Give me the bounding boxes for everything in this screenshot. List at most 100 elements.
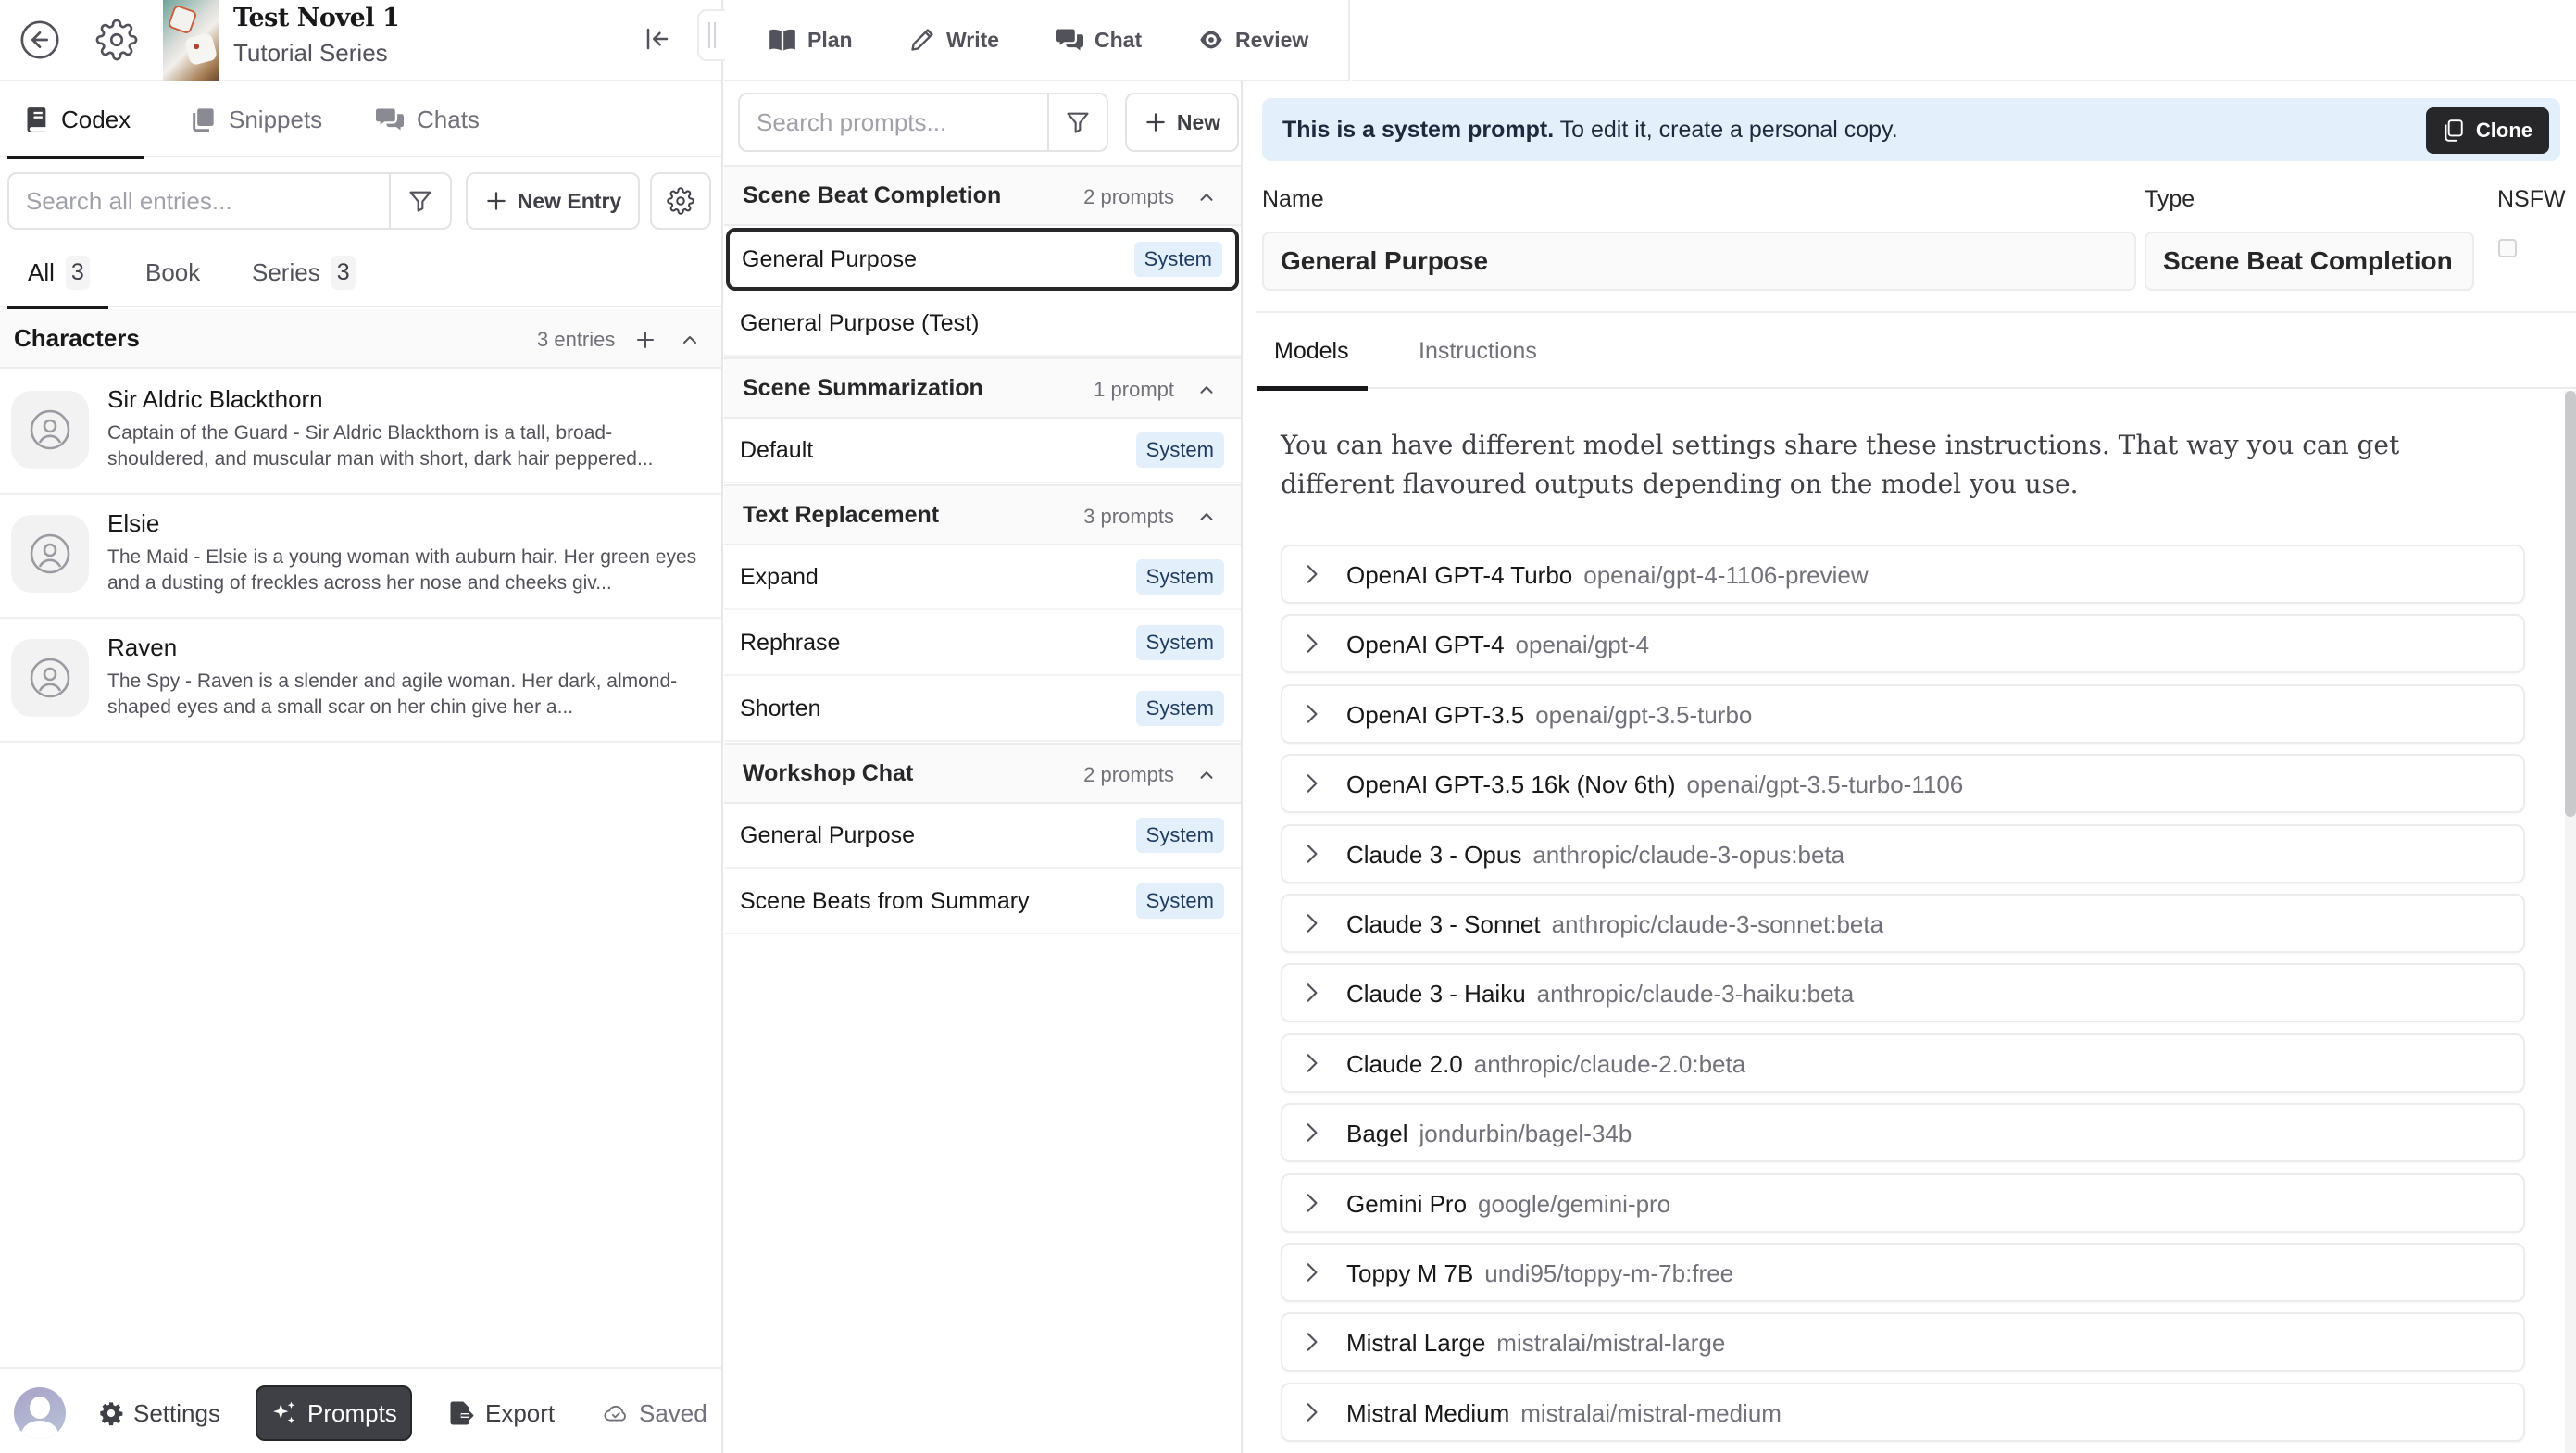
prompt-group-header[interactable]: Scene Beat Completion 2 prompts xyxy=(724,165,1241,226)
expand-model-button[interactable] xyxy=(1299,632,1323,656)
nav-write[interactable]: Write xyxy=(909,15,999,65)
collapse-group-button[interactable] xyxy=(1193,376,1220,404)
model-accordion-item[interactable]: Mistral Medium mistralai/mistral-medium xyxy=(1281,1382,2525,1442)
prompt-list-item[interactable]: Default System xyxy=(724,419,1241,483)
add-character-button[interactable] xyxy=(630,324,661,356)
model-accordion-item[interactable]: OpenAI GPT-4 openai/gpt-4 xyxy=(1281,614,2525,674)
expand-model-button[interactable] xyxy=(1299,702,1323,726)
models-intro-text: You can have different model settings sh… xyxy=(1281,430,2400,499)
expand-model-button[interactable] xyxy=(1299,1191,1323,1215)
scope-tab-series[interactable]: Series 3 xyxy=(252,237,356,307)
expand-model-button[interactable] xyxy=(1299,842,1323,866)
tab-codex[interactable]: Codex xyxy=(7,81,144,159)
prompt-list-item[interactable]: Scene Beats from Summary System xyxy=(724,870,1241,934)
clone-button[interactable]: Clone xyxy=(2425,107,2549,154)
nav-chat[interactable]: Chat xyxy=(1056,15,1142,65)
codex-filter-button[interactable] xyxy=(389,174,450,228)
expand-model-button[interactable] xyxy=(1299,1051,1323,1075)
nav-plan-label: Plan xyxy=(807,27,853,52)
prompt-list-item[interactable]: Expand System xyxy=(724,545,1241,610)
prompt-list-item[interactable]: General Purpose System xyxy=(724,804,1241,869)
model-accordion-item[interactable]: Claude 2.0 anthropic/claude-2.0:beta xyxy=(1281,1033,2525,1093)
expand-model-button[interactable] xyxy=(1299,1330,1323,1354)
collapse-sidebar-button[interactable] xyxy=(635,17,680,61)
expand-model-button[interactable] xyxy=(1299,1400,1323,1424)
plus-icon xyxy=(1146,113,1165,132)
collapse-section-button[interactable] xyxy=(674,324,706,356)
chevron-right-icon xyxy=(1307,844,1318,863)
new-prompt-button[interactable]: New xyxy=(1125,93,1239,152)
prompt-list-item[interactable]: Shorten System xyxy=(724,677,1241,742)
prompt-group-header[interactable]: Text Replacement 3 prompts xyxy=(724,484,1241,545)
expand-model-button[interactable] xyxy=(1299,562,1323,586)
model-accordion-item[interactable]: Bagel jondurbin/bagel-34b xyxy=(1281,1103,2525,1163)
nav-plan[interactable]: Plan xyxy=(769,15,853,65)
model-accordion-item[interactable]: Gemini Pro google/gemini-pro xyxy=(1281,1172,2525,1233)
prompts-button[interactable]: Prompts xyxy=(256,1385,412,1441)
model-accordion-item[interactable]: Claude 3 - Haiku anthropic/claude-3-haiku… xyxy=(1281,963,2525,1023)
character-list-item[interactable]: Raven The Spy - Raven is a slender and ag… xyxy=(0,619,721,743)
nav-review[interactable]: Review xyxy=(1198,15,1308,65)
prompt-list-item[interactable]: General Purpose (Test) xyxy=(724,292,1241,357)
name-label: Name xyxy=(1262,186,1324,212)
codex-settings-button[interactable] xyxy=(650,172,711,230)
book-cover-image[interactable] xyxy=(163,0,219,81)
model-accordion-item[interactable]: Claude 3 - Opus anthropic/claude-3-opus:b… xyxy=(1281,823,2525,883)
panel-resize-handle[interactable] xyxy=(697,9,725,61)
model-id: anthropic/claude-3-haiku:beta xyxy=(1536,980,1855,1008)
expand-model-button[interactable] xyxy=(1299,1121,1323,1145)
system-badge: System xyxy=(1135,625,1224,660)
character-list-item[interactable]: Elsie The Maid - Elsie is a young woman w… xyxy=(0,495,721,619)
chat-bubbles-icon xyxy=(1056,29,1083,51)
tab-models[interactable]: Models xyxy=(1257,313,1368,391)
model-accordion-item[interactable]: Mistral Large mistralai/mistral-large xyxy=(1281,1312,2525,1372)
export-button[interactable]: Export xyxy=(435,1385,568,1441)
new-entry-button[interactable]: New Entry xyxy=(466,172,640,230)
expand-model-button[interactable] xyxy=(1299,1260,1323,1284)
expand-model-button[interactable] xyxy=(1299,911,1323,935)
back-button[interactable] xyxy=(13,13,67,67)
expand-model-button[interactable] xyxy=(1299,981,1323,1005)
user-avatar[interactable] xyxy=(14,1387,66,1439)
prompt-search-input[interactable] xyxy=(740,94,1045,150)
collapse-group-button[interactable] xyxy=(1193,503,1220,531)
codex-search-input[interactable] xyxy=(9,174,380,228)
scope-tab-all-count: 3 xyxy=(65,255,90,290)
prompt-name: General Purpose xyxy=(742,246,918,272)
characters-section-header[interactable]: Characters 3 entries xyxy=(0,309,721,369)
scrollbar-thumb[interactable] xyxy=(2565,391,2576,817)
model-accordion-item[interactable]: Toppy M 7B undi95/toppy-m-7b:free xyxy=(1281,1243,2525,1302)
arrow-left-to-line-icon xyxy=(646,28,669,50)
model-accordion-item[interactable]: OpenAI GPT-3.5 openai/gpt-3.5-turbo xyxy=(1281,683,2525,744)
scope-tab-book[interactable]: Book xyxy=(145,237,200,307)
nsfw-checkbox[interactable] xyxy=(2498,239,2517,257)
save-status: Saved xyxy=(589,1385,720,1441)
model-accordion-item[interactable]: OpenAI GPT-4 Turbo openai/gpt-4-1106-prev… xyxy=(1281,545,2525,604)
prompt-filter-button[interactable] xyxy=(1047,94,1107,150)
codex-sidebar: Test Novel 1 Tutorial Series Codex Snipp… xyxy=(0,0,725,1453)
name-field[interactable]: General Purpose xyxy=(1262,232,2136,291)
tab-codex-label: Codex xyxy=(61,105,131,133)
character-list-item[interactable]: Sir Aldric Blackthorn Captain of the Guar… xyxy=(0,370,721,495)
prompt-list-item[interactable]: Rephrase System xyxy=(724,611,1241,676)
tab-chats[interactable]: Chats xyxy=(376,81,480,157)
tab-snippets[interactable]: Snippets xyxy=(190,81,322,157)
type-field[interactable]: Scene Beat Completion xyxy=(2145,232,2474,291)
tab-instructions[interactable]: Instructions xyxy=(1419,313,1537,389)
prompt-group-header[interactable]: Scene Summarization 1 prompt xyxy=(724,357,1241,419)
book-settings-button[interactable] xyxy=(90,13,144,67)
prompt-group-header[interactable]: Workshop Chat 2 prompts xyxy=(724,743,1241,804)
expand-model-button[interactable] xyxy=(1299,771,1323,795)
model-accordion-item[interactable]: OpenAI GPT-3.5 16k (Nov 6th) openai/gpt-3… xyxy=(1281,754,2525,814)
character-avatar xyxy=(11,639,89,717)
scope-tab-all[interactable]: All 3 xyxy=(7,237,108,309)
collapse-group-button[interactable] xyxy=(1193,761,1220,789)
new-prompt-label: New xyxy=(1176,109,1221,134)
model-accordion-item[interactable]: Claude 3 - Sonnet anthropic/claude-3-sonn… xyxy=(1281,894,2525,953)
prompt-list-item[interactable]: General Purpose System xyxy=(726,228,1239,291)
cloud-check-icon xyxy=(604,1405,626,1422)
filter-icon xyxy=(1067,112,1089,133)
settings-button[interactable]: Settings xyxy=(85,1385,233,1441)
model-title: Claude 3 - Sonnet anthropic/claude-3-sonn… xyxy=(1346,910,1883,939)
collapse-group-button[interactable] xyxy=(1193,183,1220,211)
